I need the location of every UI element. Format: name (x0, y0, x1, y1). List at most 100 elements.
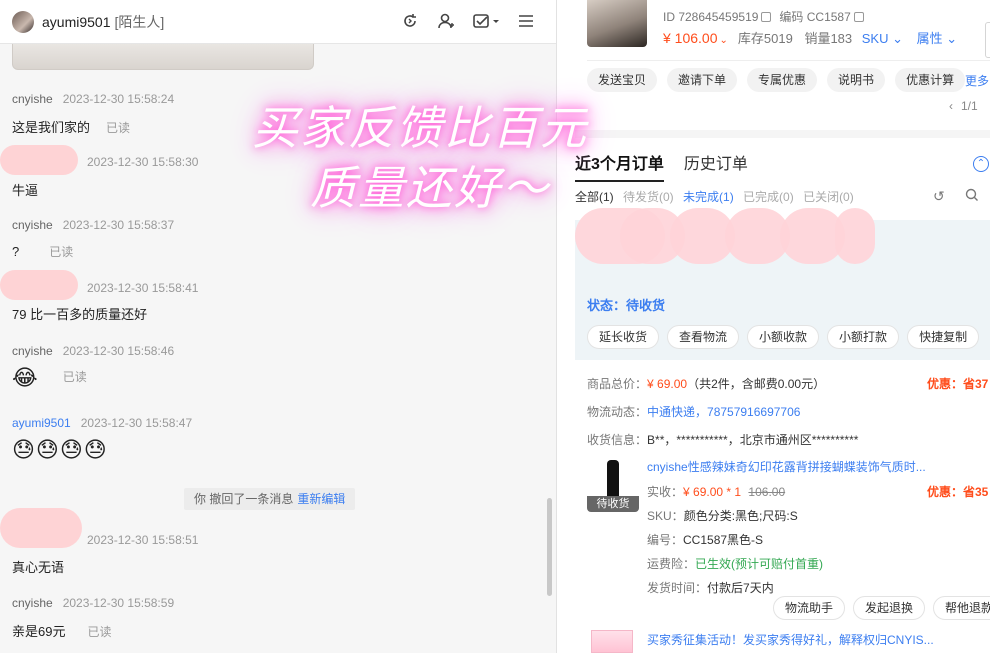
ship-time-value: 付款后7天内 (707, 581, 774, 595)
extend-receipt-button[interactable]: 延长收货 (587, 325, 660, 349)
filter-unfinished[interactable]: 未完成(1) (683, 190, 734, 204)
order-status: 状态：待收货 (587, 298, 666, 313)
product-price: ¥ 106.00 ⌄ (663, 30, 728, 46)
product-sales: 销量183 (804, 31, 853, 46)
item-image[interactable]: 待收货 (587, 456, 639, 512)
redacted-info (835, 208, 875, 264)
message-text[interactable]: 亲是69元 已读 (12, 621, 111, 640)
total-label: 商品总价： (587, 377, 648, 391)
contact-name[interactable]: ayumi9501 (42, 14, 111, 30)
chevron-left-icon[interactable]: ‹ (949, 99, 953, 113)
message-meta: cnyishe 2023-12-30 15:58:46 (12, 344, 174, 358)
item-sku-row: SKU：颜色分类:黑色;尺码:S (647, 507, 798, 524)
message-meta: ayumi9501 2023-12-30 15:58:47 (12, 416, 192, 430)
product-thumbnail[interactable] (587, 0, 647, 47)
task-check-icon[interactable] (471, 10, 501, 32)
total-value: ¥ 69.00 (647, 377, 688, 391)
item-paid-row: 实收：¥ 69.00 * 1 106.00 (647, 483, 785, 500)
product-id-row: ID 728645459519 编码 CC1587 (663, 8, 872, 25)
message-meta: cnyishe 2023-12-30 15:58:24 (12, 92, 174, 106)
total-note: （共2件，含邮费0.00元） (687, 377, 826, 391)
chat-scrollbar[interactable] (547, 498, 552, 596)
message-text[interactable]: 😂 已读 (12, 365, 87, 391)
copy-icon[interactable] (761, 12, 772, 22)
promo-link[interactable]: 买家秀征集活动！发买家秀得好礼，解释权归CNYIS... (647, 631, 934, 648)
overlay-line-2: 质量还好～ (310, 161, 550, 215)
start-return-button[interactable]: 发起退换 (853, 596, 926, 620)
tab-history-orders[interactable]: 历史订单 (684, 150, 748, 182)
overlay-caption: 买家反馈比百元 质量还好～ (190, 98, 650, 218)
collapse-icon[interactable]: ⌃ (973, 156, 989, 172)
pager[interactable]: ‹ 1/1 (949, 99, 978, 113)
attr-dropdown[interactable]: 属性 ⌄ (917, 31, 958, 46)
sku-dropdown[interactable]: SKU ⌄ (862, 31, 903, 46)
search-icon[interactable] (965, 188, 979, 205)
message-text[interactable]: 真心无语 (12, 557, 64, 576)
message-text[interactable]: 79 比一百多的质量还好 (12, 304, 147, 323)
message-body: 😂 (12, 365, 39, 390)
original-price: 106.00 (748, 485, 786, 499)
quick-copy-button[interactable]: 快捷复制 (907, 325, 980, 349)
read-status: 已读 (62, 370, 87, 384)
logistics-row: 物流动态：中通快递，78757916697706 (587, 403, 800, 420)
avatar[interactable] (12, 10, 34, 33)
item-title-link[interactable]: cnyishe性感辣妹奇幻印花露背拼接蝴蝶装饰气质时... (647, 460, 926, 474)
filter-done[interactable]: 已完成(0) (743, 190, 794, 204)
message-text[interactable]: 这是我们家的 已读 (12, 117, 130, 136)
promo-image[interactable] (591, 630, 633, 653)
user-add-icon[interactable] (435, 10, 457, 32)
message-text[interactable]: 😓😓😓😓 (12, 437, 108, 463)
refund-button[interactable]: 帮他退款 (933, 596, 990, 620)
message-time: 2023-12-30 15:58:24 (62, 92, 175, 106)
read-status: 已读 (106, 121, 131, 135)
insurance-row: 运费险：已生效(预计可赔付首重) (647, 555, 823, 572)
product-stock: 库存5019 (737, 31, 793, 46)
address-value: B**，***********，北京市通州区********** (647, 433, 859, 447)
image-message[interactable] (12, 44, 314, 70)
logistics-helper-button[interactable]: 物流助手 (773, 596, 846, 620)
logistics-label: 物流动态： (587, 405, 648, 419)
recall-text: 你 撤回了一条消息 (194, 492, 294, 506)
message-time: 2023-12-30 15:58:59 (62, 596, 175, 610)
item-title[interactable]: cnyishe性感辣妹奇幻印花露背拼接蝴蝶装饰气质时... (647, 458, 926, 475)
exclusive-discount-button[interactable]: 专属优惠 (747, 68, 818, 92)
copy-icon[interactable] (853, 12, 864, 22)
small-pay-button[interactable]: 小额打款 (827, 325, 900, 349)
re-edit-link[interactable]: 重新编辑 (297, 492, 345, 506)
message-sender: ayumi9501 (12, 416, 71, 430)
send-product-button[interactable]: 发送宝贝 (587, 68, 658, 92)
message-meta: 2023-12-30 15:58:41 (87, 281, 198, 295)
product-select-box[interactable] (985, 22, 990, 58)
filter-closed[interactable]: 已关闭(0) (803, 190, 854, 204)
refresh-icon[interactable] (399, 10, 421, 32)
redacted-avatar (0, 508, 82, 548)
view-logistics-button[interactable]: 查看物流 (667, 325, 740, 349)
product-id: ID 728645459519 (663, 10, 759, 24)
reset-icon[interactable]: ↺ (933, 188, 945, 205)
manual-button[interactable]: 说明书 (827, 68, 886, 92)
item-code-row: 编号：CC1587黑色-S (647, 531, 763, 548)
chat-header: ayumi9501 [陌生人] (0, 0, 556, 44)
insurance-label: 运费险： (647, 557, 696, 571)
message-meta: cnyishe 2023-12-30 15:58:37 (12, 218, 174, 232)
redacted-avatar (0, 270, 78, 300)
small-collect-button[interactable]: 小额收款 (747, 325, 820, 349)
message-sender: cnyishe (12, 344, 53, 358)
message-text[interactable]: ? 已读 (12, 243, 73, 260)
menu-icon[interactable] (515, 10, 537, 32)
more-link[interactable]: 更多 (965, 72, 989, 89)
message-meta: 2023-12-30 15:58:51 (87, 533, 198, 547)
quick-actions: 发送宝贝 邀请下单 专属优惠 说明书 优惠计算 (587, 68, 966, 92)
invite-order-button[interactable]: 邀请下单 (667, 68, 738, 92)
logistics-link[interactable]: 中通快递，78757916697706 (647, 405, 800, 419)
order-actions: 延长收货 查看物流 小额收款 小额打款 快捷复制 (587, 325, 980, 349)
discount-calc-button[interactable]: 优惠计算 (895, 68, 966, 92)
paid-value: ¥ 69.00 * 1 (683, 485, 742, 499)
product-price-row: ¥ 106.00 ⌄ 库存5019 销量183 SKU ⌄ 属性 ⌄ (663, 28, 957, 47)
message-body: 牛逼 (12, 183, 39, 198)
ship-time-row: 发货时间：付款后7天内 (647, 579, 774, 596)
message-text[interactable]: 牛逼 (12, 180, 38, 199)
chevron-down-icon[interactable]: ⌄ (720, 35, 728, 46)
contact-tag: [陌生人] (114, 13, 165, 30)
message-time: 2023-12-30 15:58:46 (62, 344, 175, 358)
